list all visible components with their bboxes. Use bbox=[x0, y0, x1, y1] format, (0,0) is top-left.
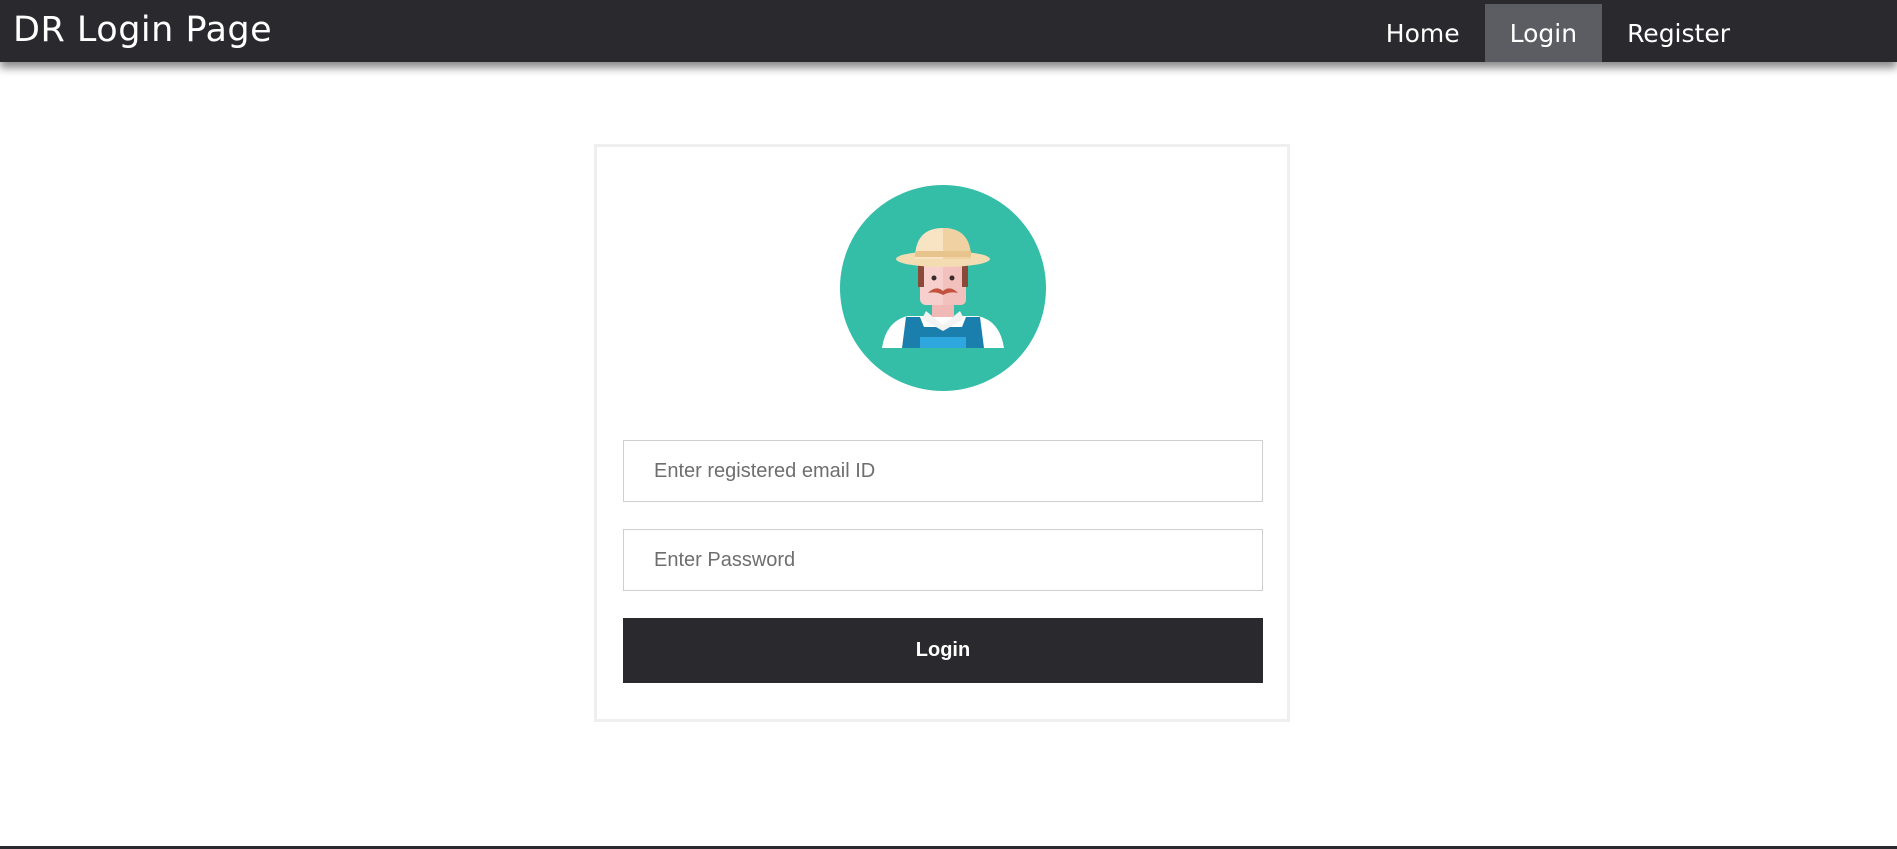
login-button[interactable]: Login bbox=[623, 618, 1263, 683]
login-card: Login bbox=[594, 144, 1290, 722]
brand-title: DR Login Page bbox=[13, 10, 273, 50]
top-navbar: DR Login Page Home Login Register bbox=[0, 0, 1897, 62]
nav-links: Home Login Register bbox=[1361, 0, 1897, 62]
nav-login-link[interactable]: Login bbox=[1484, 4, 1603, 62]
password-input[interactable] bbox=[623, 529, 1263, 591]
nav-home-link[interactable]: Home bbox=[1361, 4, 1485, 62]
nav-register-link[interactable]: Register bbox=[1602, 4, 1755, 62]
email-input[interactable] bbox=[623, 440, 1263, 502]
farmer-avatar-icon bbox=[840, 185, 1046, 391]
